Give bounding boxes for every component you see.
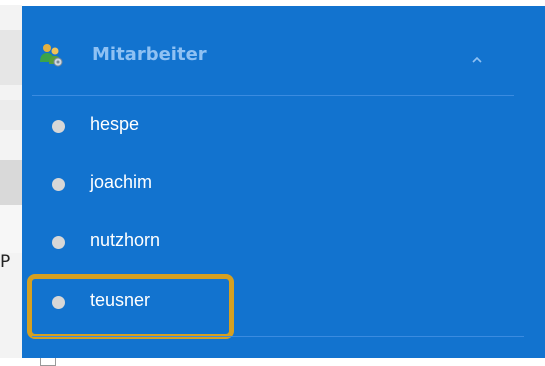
- status-dot-icon: [52, 120, 65, 133]
- background-app-strip: [0, 0, 22, 358]
- menu-item-label: joachim: [90, 172, 153, 192]
- section-title: Mitarbeiter: [92, 44, 207, 65]
- menu-panel: Mitarbeiter hespe joachim nutzhorn teusn…: [22, 6, 545, 358]
- highlight-frame: [27, 274, 234, 339]
- status-dot-icon: [52, 178, 65, 191]
- background-band: [0, 205, 22, 253]
- background-partial-text: P: [0, 252, 11, 272]
- menu-section-header[interactable]: Mitarbeiter: [22, 6, 545, 96]
- background-band: [0, 160, 22, 205]
- menu-item-joachim[interactable]: joachim: [22, 160, 545, 210]
- background-band: [0, 100, 22, 130]
- bottom-divider: [32, 336, 524, 337]
- menu-item-label: hespe: [90, 114, 140, 134]
- users-group-icon: [38, 42, 64, 68]
- menu-item-hespe[interactable]: hespe: [22, 102, 545, 152]
- menu-item-label: nutzhorn: [90, 230, 161, 250]
- status-dot-icon: [52, 236, 65, 249]
- header-divider: [32, 95, 514, 96]
- menu-item-nutzhorn[interactable]: nutzhorn: [22, 218, 545, 268]
- chevron-up-icon[interactable]: [470, 50, 484, 63]
- background-band: [0, 0, 22, 5]
- background-band: [0, 30, 22, 85]
